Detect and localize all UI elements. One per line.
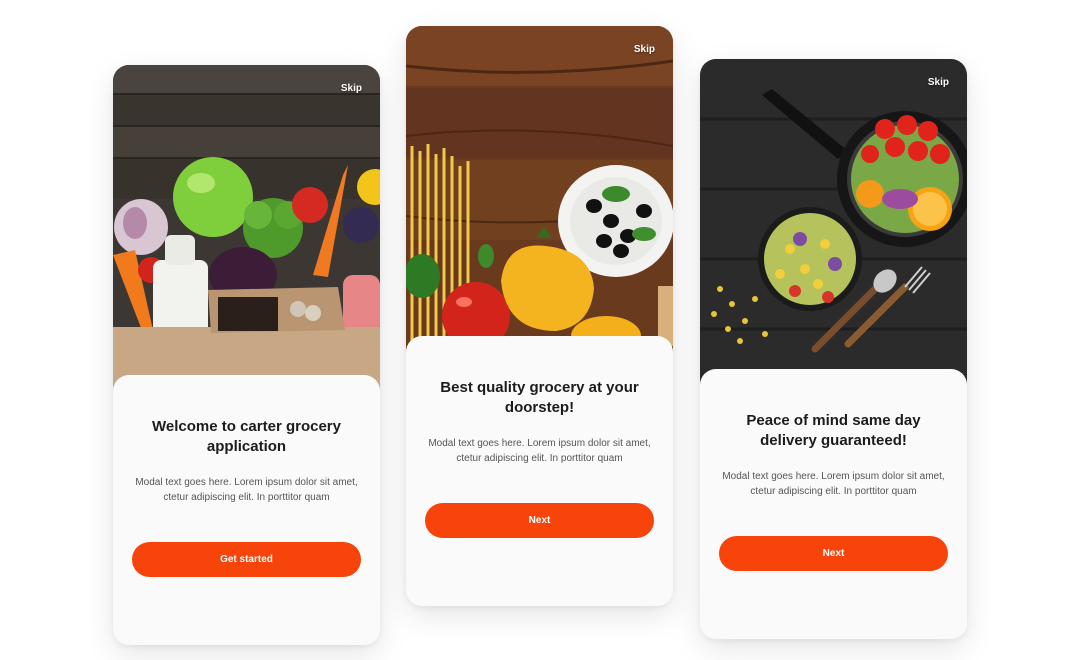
screen-description: Modal text goes here. Lorem ipsum dolor … [428,438,651,464]
onboarding-showcase: Skip Welcome to carter grocery applicati… [0,0,1080,660]
next-button[interactable]: Next [425,503,654,538]
skip-link[interactable]: Skip [634,44,655,55]
screen-description: Modal text goes here. Lorem ipsum dolor … [135,477,358,503]
get-started-button[interactable]: Get started [132,542,361,577]
skip-link[interactable]: Skip [341,83,362,94]
onboarding-screen-quality: Skip Best quality grocery at your doorst… [406,26,673,606]
screen-title: Peace of mind same day delivery guarante… [746,412,921,449]
content-panel: Peace of mind same day delivery guarante… [700,369,967,639]
grocery-bag-photo [113,65,380,395]
content-panel: Best quality grocery at your doorstep! M… [406,336,673,606]
next-button[interactable]: Next [719,536,948,571]
salad-pans-photo [700,59,967,389]
screen-description: Modal text goes here. Lorem ipsum dolor … [722,471,945,497]
skip-link[interactable]: Skip [928,77,949,88]
onboarding-screen-delivery: Skip Peace of mind same day delivery gua… [700,59,967,639]
screen-title: Welcome to carter grocery application [152,418,341,455]
content-panel: Welcome to carter grocery application Mo… [113,375,380,645]
pasta-vegetables-photo [406,26,673,356]
screen-title: Best quality grocery at your doorstep! [440,379,639,416]
onboarding-screen-welcome: Skip Welcome to carter grocery applicati… [113,65,380,645]
